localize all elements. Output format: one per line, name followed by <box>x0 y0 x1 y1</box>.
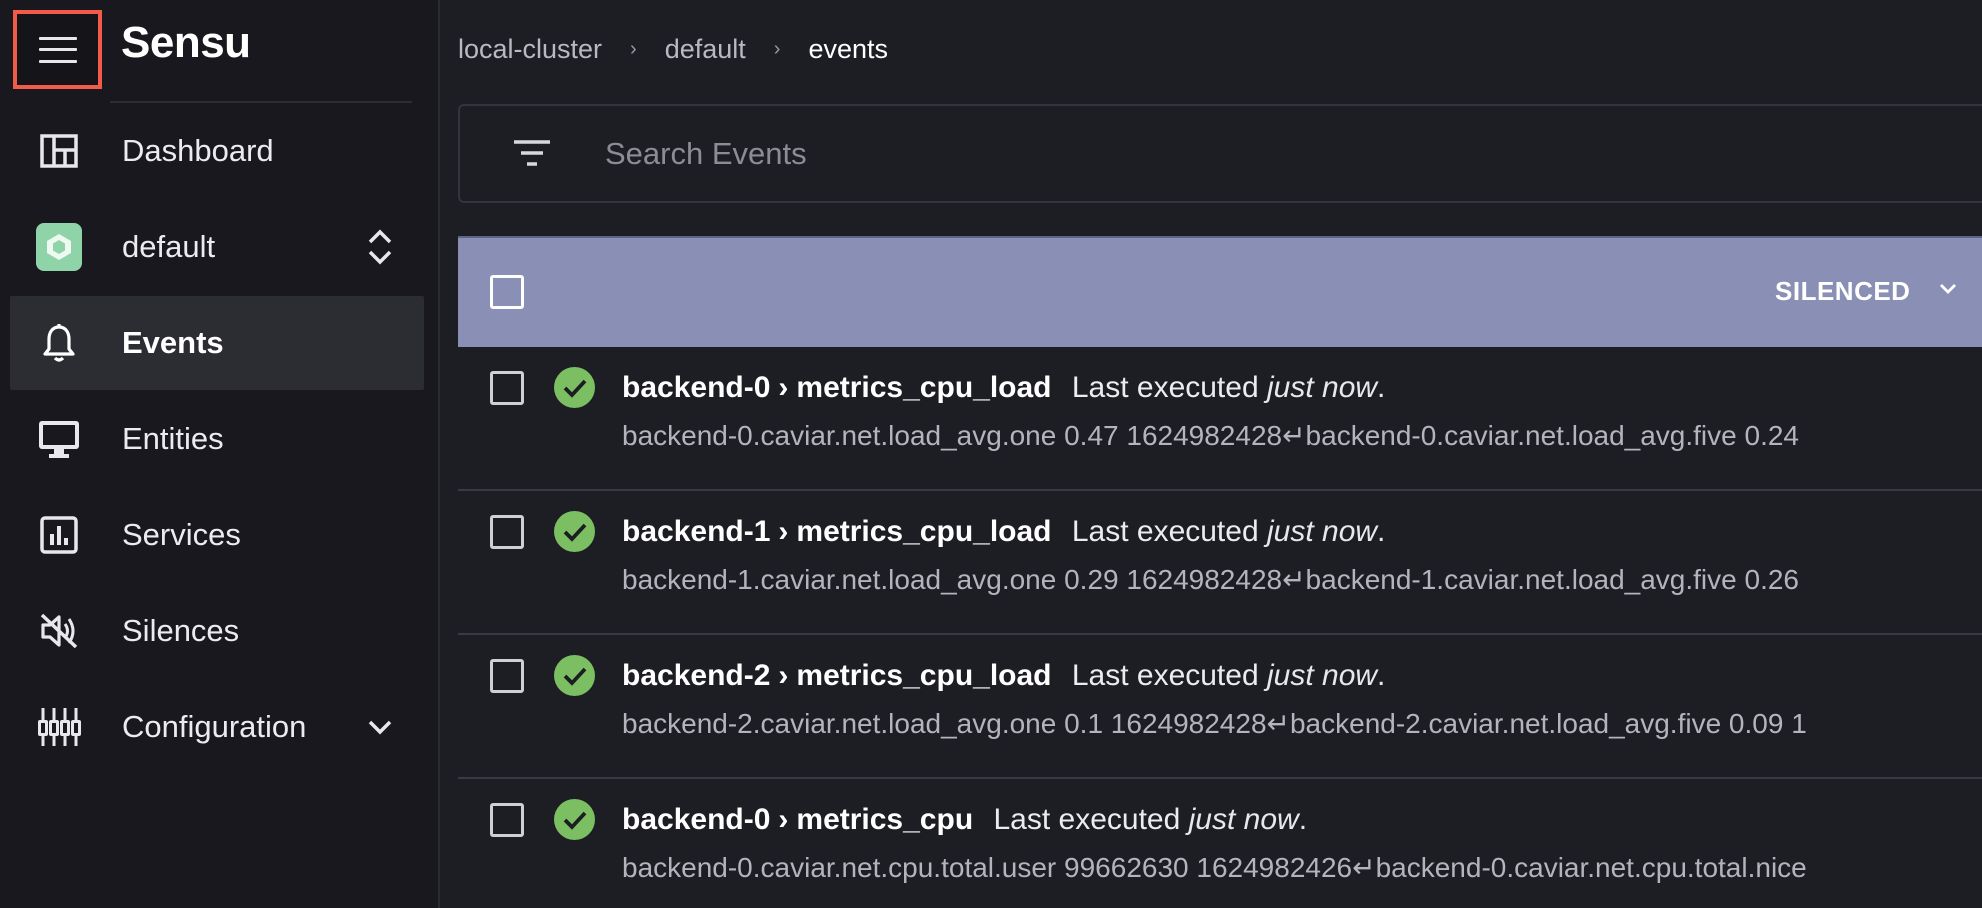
sidebar-item-label: Silences <box>122 613 240 648</box>
sidebar-item-label: Services <box>122 517 241 552</box>
last-executed-label: Last executed <box>1071 659 1259 692</box>
sidebar-item-label: Entities <box>122 421 224 456</box>
event-title: backend-1 › metrics_cpu_load Last executed… <box>622 515 1385 549</box>
table-row[interactable]: backend-2 › metrics_cpu_load Last executed… <box>458 635 1982 779</box>
event-check-link[interactable]: metrics_cpu_load <box>796 371 1051 404</box>
filter-icon[interactable] <box>512 138 552 168</box>
sidebar-item-label: Events <box>122 325 224 360</box>
last-executed-label: Last executed <box>993 803 1181 836</box>
sidebar-item-silences[interactable]: Silences <box>10 584 424 678</box>
event-output: backend-0.caviar.net.cpu.total.user 9966… <box>622 852 1807 883</box>
brand-divider <box>110 101 412 103</box>
separator-arrow-icon: › <box>778 515 789 548</box>
brand-logo: Sensu <box>121 18 251 67</box>
event-entity-link[interactable]: backend-0 <box>622 371 770 404</box>
separator-arrow-icon: › <box>778 659 789 692</box>
row-checkbox[interactable] <box>490 371 524 405</box>
separator-arrow-icon: › <box>778 803 789 836</box>
volume-off-icon <box>36 608 82 654</box>
status-ok-icon <box>554 367 595 408</box>
table-row[interactable]: backend-0 › metrics_cpu Last executed just… <box>458 779 1982 908</box>
last-executed-time: just now <box>1188 803 1299 836</box>
event-check-link[interactable]: metrics_cpu <box>796 803 973 836</box>
last-executed-time: just now <box>1266 371 1378 404</box>
event-title: backend-0 › metrics_cpu_load Last executed… <box>622 371 1385 405</box>
events-table-header: SILENCED <box>458 236 1982 347</box>
sidebar-item-label: Dashboard <box>122 133 274 168</box>
last-executed-suffix: . <box>1377 371 1386 404</box>
last-executed-label: Last executed <box>1071 371 1259 404</box>
silenced-filter-label[interactable]: SILENCED <box>1775 276 1910 307</box>
namespace-label: default <box>122 229 216 264</box>
last-executed-time: just now <box>1266 659 1378 692</box>
search-input[interactable] <box>605 128 1905 180</box>
status-ok-icon <box>554 511 595 552</box>
last-executed-label: Last executed <box>1071 515 1259 548</box>
breadcrumb: local-cluster › default › events <box>458 32 888 66</box>
bar-chart-icon <box>36 512 82 558</box>
event-output: backend-0.caviar.net.load_avg.one 0.47 1… <box>622 420 1799 451</box>
monitor-icon <box>36 416 82 462</box>
sidebar-item-services[interactable]: Services <box>10 488 424 582</box>
breadcrumb-namespace[interactable]: default <box>665 34 746 65</box>
event-entity-link[interactable]: backend-1 <box>622 515 770 548</box>
status-ok-icon <box>554 799 595 840</box>
sidebar-item-entities[interactable]: Entities <box>10 392 424 486</box>
table-row[interactable]: backend-1 › metrics_cpu_load Last executed… <box>458 491 1982 635</box>
chevron-down-icon <box>364 707 396 747</box>
event-entity-link[interactable]: backend-0 <box>622 803 770 836</box>
separator-arrow-icon: › <box>778 371 789 404</box>
sidebar-item-dashboard[interactable]: Dashboard <box>10 104 424 198</box>
breadcrumb-separator-icon: › <box>630 37 637 60</box>
namespace-switcher[interactable]: default <box>10 200 424 294</box>
bell-icon <box>36 320 82 366</box>
select-all-checkbox[interactable] <box>490 275 524 309</box>
last-executed-suffix: . <box>1377 515 1386 548</box>
app-root: Sensu Dashboard default Events Entities … <box>0 0 1982 908</box>
row-checkbox[interactable] <box>490 515 524 549</box>
menu-toggle-button[interactable] <box>13 10 102 89</box>
sidebar-item-events[interactable]: Events <box>10 296 424 390</box>
dashboard-icon <box>36 128 82 174</box>
event-entity-link[interactable]: backend-2 <box>622 659 770 692</box>
event-title: backend-2 › metrics_cpu_load Last executed… <box>622 659 1385 693</box>
last-executed-suffix: . <box>1377 659 1386 692</box>
row-checkbox[interactable] <box>490 803 524 837</box>
unfold-icon <box>364 227 396 267</box>
table-row[interactable]: backend-0 › metrics_cpu_load Last executed… <box>458 347 1982 491</box>
breadcrumb-separator-icon: › <box>773 37 781 60</box>
hamburger-icon <box>38 36 77 63</box>
event-title: backend-0 › metrics_cpu Last executed just… <box>622 803 1307 837</box>
row-checkbox[interactable] <box>490 659 524 693</box>
chevron-down-icon[interactable] <box>1938 282 1958 296</box>
event-check-link[interactable]: metrics_cpu_load <box>796 515 1051 548</box>
event-output: backend-1.caviar.net.load_avg.one 0.29 1… <box>622 564 1799 595</box>
sidebar: Sensu Dashboard default Events Entities … <box>0 0 440 908</box>
last-executed-suffix: . <box>1298 803 1308 836</box>
status-ok-icon <box>554 655 595 696</box>
breadcrumb-current: events <box>808 33 889 64</box>
sidebar-item-configuration[interactable]: Configuration <box>10 680 424 774</box>
event-output: backend-2.caviar.net.load_avg.one 0.1 16… <box>622 708 1807 739</box>
search-bar <box>458 104 1982 203</box>
namespace-badge-icon <box>36 223 82 271</box>
last-executed-time: just now <box>1266 515 1378 548</box>
event-check-link[interactable]: metrics_cpu_load <box>796 659 1051 692</box>
breadcrumb-cluster[interactable]: local-cluster <box>458 34 602 65</box>
sidebar-item-label: Configuration <box>122 709 307 744</box>
sliders-icon <box>36 704 82 750</box>
